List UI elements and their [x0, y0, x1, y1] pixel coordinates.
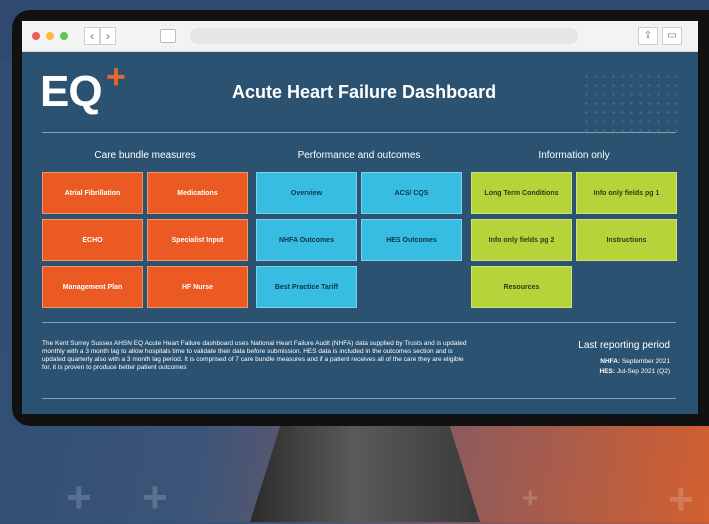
monitor-stand [250, 420, 480, 522]
minimize-window-icon[interactable] [46, 32, 54, 40]
address-bar[interactable] [190, 28, 578, 44]
tile-overview[interactable]: Overview [256, 172, 357, 214]
decorative-plus-icon: + [668, 475, 694, 524]
share-button[interactable]: ⇪ [638, 27, 658, 45]
nhfa-label: NHFA: [600, 358, 621, 365]
decorative-dot-pattern [582, 72, 682, 132]
tile-resources[interactable]: Resources [471, 266, 572, 308]
hes-label: HES: [599, 368, 616, 375]
forward-button[interactable]: › [100, 27, 116, 45]
tile-nhfa-outcomes[interactable]: NHFA Outcomes [256, 219, 357, 261]
page-title: Acute Heart Failure Dashboard [232, 82, 497, 102]
tile-echo[interactable]: ECHO [42, 219, 143, 261]
tile-info-fields-pg1[interactable]: Info only fields pg 1 [576, 172, 677, 214]
tile-info-fields-pg2[interactable]: Info only fields pg 2 [471, 219, 572, 261]
content-divider [42, 322, 676, 323]
tile-medications[interactable]: Medications [147, 172, 248, 214]
last-reporting-hes: HES: Jul-Sep 2021 (Q2) [510, 368, 670, 375]
sidebar-toggle-icon[interactable] [160, 29, 176, 43]
maximize-window-icon[interactable] [60, 32, 68, 40]
dashboard-description: The Kent Surrey Sussex AHSN EQ Acute Hea… [42, 340, 467, 371]
tile-long-term-conditions[interactable]: Long Term Conditions [471, 172, 572, 214]
last-reporting-nhfa: NHFA: September 2021 [510, 358, 670, 365]
tile-best-practice-tariff[interactable]: Best Practice Tariff [256, 266, 357, 308]
browser-toolbar: ‹ › ⇪ ▭ [22, 21, 698, 52]
close-window-icon[interactable] [32, 32, 40, 40]
decorative-plus-icon: + [522, 482, 539, 513]
group-heading-information: Information only [538, 150, 610, 161]
tile-atrial-fibrillation[interactable]: Atrial Fibrillation [42, 172, 143, 214]
footer-divider [42, 398, 676, 399]
logo-plus-icon: + [106, 58, 126, 96]
nhfa-value: September 2021 [621, 358, 670, 365]
decorative-plus-icon: + [66, 473, 92, 522]
eq-logo: EQ [40, 67, 103, 116]
dashboard-screen: EQ + Acute Heart Failure Dashboard Care … [22, 52, 698, 414]
last-reporting-heading: Last reporting period [578, 340, 670, 351]
back-button[interactable]: ‹ [84, 27, 100, 45]
tile-hes-outcomes[interactable]: HES Outcomes [361, 219, 462, 261]
tile-specialist-input[interactable]: Specialist Input [147, 219, 248, 261]
tabs-button[interactable]: ▭ [662, 27, 682, 45]
group-heading-care-bundle: Care bundle measures [94, 150, 196, 161]
group-heading-performance: Performance and outcomes [297, 150, 421, 161]
tile-management-plan[interactable]: Management Plan [42, 266, 143, 308]
decorative-plus-icon: + [142, 473, 168, 522]
header-divider [42, 132, 676, 133]
hes-value: Jul-Sep 2021 (Q2) [616, 368, 670, 375]
tile-hf-nurse[interactable]: HF Nurse [147, 266, 248, 308]
tile-acs-cqs[interactable]: ACS/ CQS [361, 172, 462, 214]
tile-instructions[interactable]: Instructions [576, 219, 677, 261]
